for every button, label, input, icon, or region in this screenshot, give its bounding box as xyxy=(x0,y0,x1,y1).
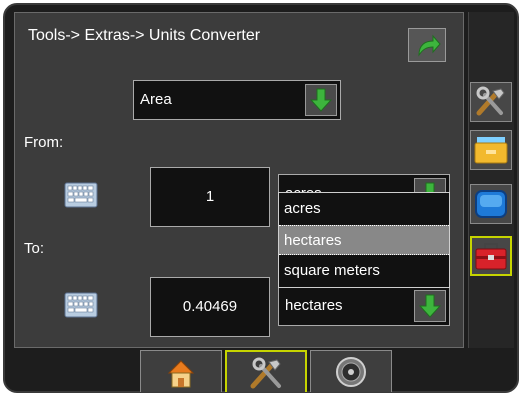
tools-icon xyxy=(250,357,281,389)
sidebar-toolbox-button[interactable] xyxy=(470,236,512,276)
keyboard-icon xyxy=(64,292,98,318)
toolbox-icon xyxy=(475,243,507,270)
menu-item-square-meters[interactable]: square meters xyxy=(279,256,449,286)
category-dropdown[interactable]: Area xyxy=(133,80,341,120)
to-unit-value: hectares xyxy=(285,297,343,314)
from-keyboard-button[interactable] xyxy=(64,182,98,208)
to-unit-dropdown[interactable]: hectares xyxy=(278,286,450,326)
gauge-button[interactable] xyxy=(310,350,392,392)
chevron-down-icon xyxy=(418,294,442,318)
keyboard-icon xyxy=(64,182,98,208)
category-dropdown-arrow[interactable] xyxy=(305,84,337,116)
from-value-field[interactable]: 1 xyxy=(150,167,270,227)
tools-tab-button[interactable] xyxy=(225,350,307,392)
category-value: Area xyxy=(140,91,172,108)
to-value-field[interactable]: 0.40469 xyxy=(150,277,270,337)
page-title: Tools-> Extras-> Units Converter xyxy=(28,27,261,44)
to-label: To: xyxy=(24,240,45,257)
back-button[interactable] xyxy=(408,28,446,62)
right-sidebar xyxy=(468,12,514,348)
sidebar-tools-button[interactable] xyxy=(470,82,512,122)
home-icon xyxy=(167,360,195,388)
monitor-icon xyxy=(475,190,507,218)
from-label: From: xyxy=(24,134,64,151)
to-keyboard-button[interactable] xyxy=(64,292,98,318)
bottom-navigation xyxy=(140,350,392,392)
sidebar-screen-button[interactable] xyxy=(470,184,512,224)
return-arrow-icon xyxy=(418,34,441,57)
folder-icon xyxy=(474,137,508,164)
to-unit-dropdown-arrow[interactable] xyxy=(414,290,446,322)
tools-icon xyxy=(476,86,505,116)
chevron-down-icon xyxy=(309,88,333,112)
sidebar-folder-button[interactable] xyxy=(470,130,512,170)
unit-dropdown-menu: acres hectares square meters xyxy=(278,192,450,288)
gauge-icon xyxy=(336,357,366,387)
menu-item-hectares[interactable]: hectares xyxy=(279,225,449,255)
menu-item-acres[interactable]: acres xyxy=(279,194,449,224)
home-button[interactable] xyxy=(140,350,222,392)
